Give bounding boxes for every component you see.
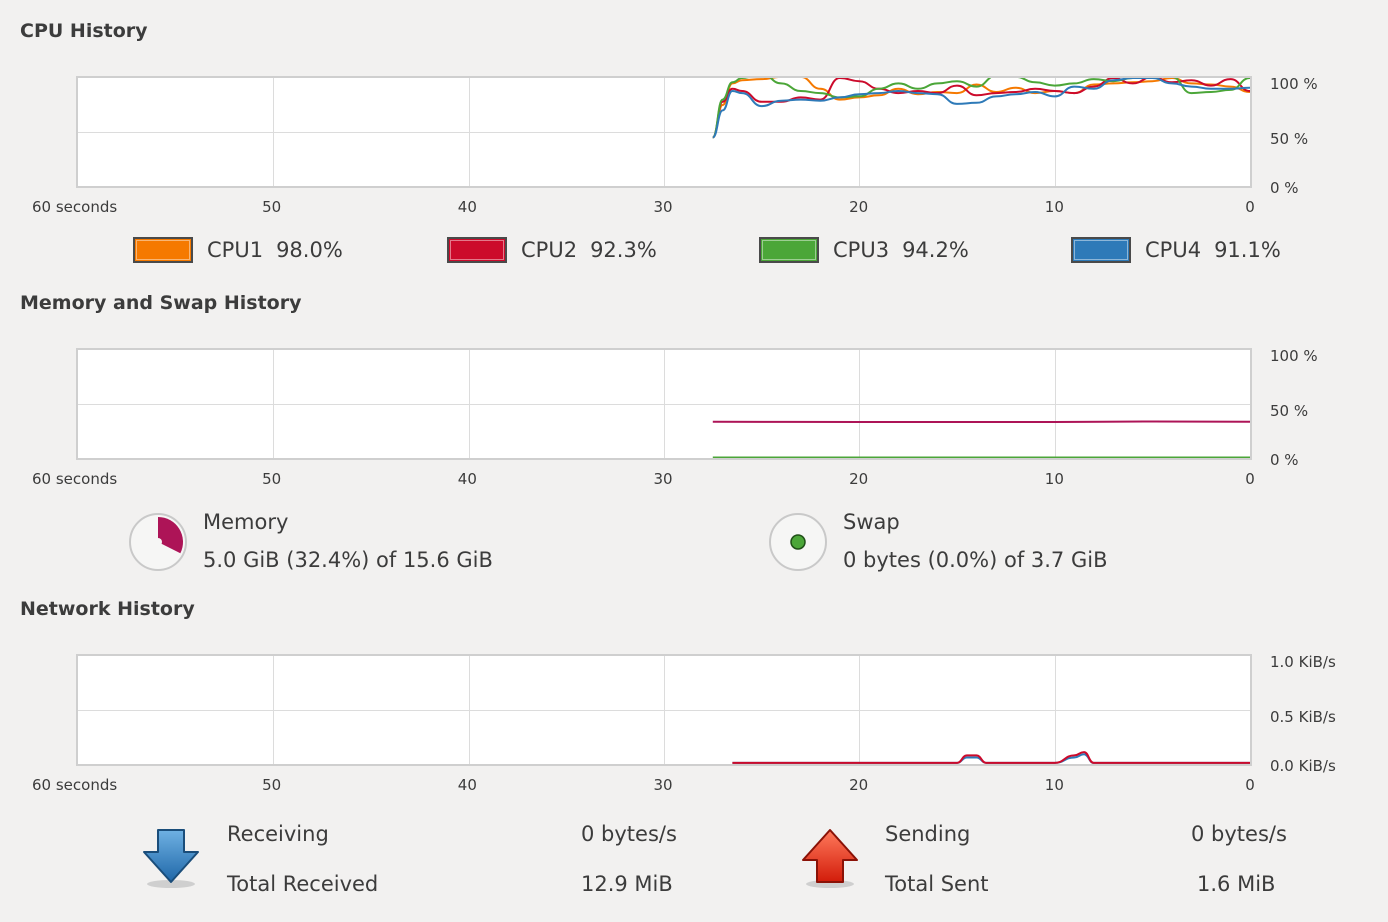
net-y-tick-label: 0.0 KiB/s xyxy=(1270,757,1336,775)
total-sent-value: 1.6 MiB xyxy=(1197,872,1276,896)
receiving-label: Receiving xyxy=(227,822,329,846)
cpu-x-tick-label: 40 xyxy=(457,198,477,216)
cpu-x-tick-label: 0 xyxy=(1245,198,1255,216)
sending-arrow-icon xyxy=(799,826,861,890)
cpu-series-cpu1 xyxy=(711,78,1250,139)
sending-value: 0 bytes/s xyxy=(1191,822,1287,846)
net-x-tick-label: 50 xyxy=(262,776,282,794)
cpu-plot-area xyxy=(711,78,1250,139)
mem-series-memory xyxy=(712,420,1250,423)
cpu2-value: 92.3% xyxy=(590,238,657,262)
net-y-tick-label: 0.5 KiB/s xyxy=(1270,708,1336,726)
cpu2-color-swatch[interactable] xyxy=(447,237,507,263)
system-monitor-resources: CPU History 60 seconds 50 40 30 20 10 0 100 % 5… xyxy=(0,0,1388,922)
cpu-x-tick-label: 20 xyxy=(849,198,869,216)
mem-x-tick-label: 0 xyxy=(1245,470,1255,488)
net-plot-area xyxy=(732,751,1250,764)
mem-x-tick-label: 40 xyxy=(457,470,477,488)
memory-value: 5.0 GiB (32.4%) of 15.6 GiB xyxy=(203,548,493,572)
memory-pie-icon[interactable] xyxy=(129,513,187,571)
net-x-tick-label: 40 xyxy=(457,776,477,794)
net-x-tick-label: 30 xyxy=(653,776,673,794)
net-series-receiving xyxy=(732,753,1250,764)
cpu3-name: CPU3 xyxy=(833,238,890,262)
cpu-series-cpu3 xyxy=(711,78,1250,139)
swap-pie-icon[interactable] xyxy=(769,513,827,571)
cpu3-value: 94.2% xyxy=(902,238,969,262)
cpu-x-tick-label: 30 xyxy=(653,198,673,216)
net-y-tick-label: 1.0 KiB/s xyxy=(1270,653,1336,671)
cpu-x-tick-label: 10 xyxy=(1044,198,1064,216)
mem-x-tick-label: 50 xyxy=(262,470,282,488)
net-x-tick-label: 10 xyxy=(1044,776,1064,794)
cpu-y-tick-label: 50 % xyxy=(1270,130,1309,148)
mem-y-tick-label: 0 % xyxy=(1270,451,1299,469)
receiving-arrow-icon xyxy=(140,826,202,890)
total-received-value: 12.9 MiB xyxy=(581,872,673,896)
cpu-y-tick-label: 0 % xyxy=(1270,179,1299,197)
network-history-graph xyxy=(76,654,1252,766)
mem-plot-area xyxy=(712,420,1250,458)
legend-cpu1[interactable]: CPU1 98.0% xyxy=(133,237,343,263)
cpu1-name: CPU1 xyxy=(207,238,264,262)
net-series-sending xyxy=(732,751,1250,764)
network-history-title: Network History xyxy=(20,598,195,620)
net-x-tick-label: 60 seconds xyxy=(32,776,118,794)
cpu2-name: CPU2 xyxy=(521,238,578,262)
cpu-series-cpu2 xyxy=(711,78,1250,139)
mem-x-tick-label: 60 seconds xyxy=(32,470,118,488)
cpu4-name: CPU4 xyxy=(1145,238,1202,262)
cpu-series-cpu4 xyxy=(712,78,1250,139)
receiving-value: 0 bytes/s xyxy=(581,822,677,846)
cpu-y-tick-label: 100 % xyxy=(1270,75,1318,93)
cpu1-color-swatch[interactable] xyxy=(133,237,193,263)
memory-label: Memory xyxy=(203,510,289,534)
cpu-x-tick-label: 60 seconds xyxy=(32,198,118,216)
memory-history-title: Memory and Swap History xyxy=(20,292,302,314)
swap-value: 0 bytes (0.0%) of 3.7 GiB xyxy=(843,548,1108,572)
legend-cpu2[interactable]: CPU2 92.3% xyxy=(447,237,657,263)
mem-x-tick-label: 20 xyxy=(849,470,869,488)
total-received-label: Total Received xyxy=(227,872,379,896)
cpu1-value: 98.0% xyxy=(276,238,343,262)
cpu-history-graph xyxy=(76,76,1252,188)
total-sent-label: Total Sent xyxy=(885,872,989,896)
mem-x-tick-label: 10 xyxy=(1044,470,1064,488)
cpu4-color-swatch[interactable] xyxy=(1071,237,1131,263)
legend-cpu4[interactable]: CPU4 91.1% xyxy=(1071,237,1281,263)
net-x-tick-label: 0 xyxy=(1245,776,1255,794)
mem-x-tick-label: 30 xyxy=(653,470,673,488)
cpu4-value: 91.1% xyxy=(1214,238,1281,262)
legend-cpu3[interactable]: CPU3 94.2% xyxy=(759,237,969,263)
swap-label: Swap xyxy=(843,510,900,534)
cpu-x-tick-label: 50 xyxy=(262,198,282,216)
swap-pie-dot xyxy=(790,534,806,550)
cpu3-color-swatch[interactable] xyxy=(759,237,819,263)
cpu-history-title: CPU History xyxy=(20,20,148,42)
memory-pie-slice xyxy=(158,517,184,554)
net-x-tick-label: 20 xyxy=(849,776,869,794)
sending-label: Sending xyxy=(885,822,971,846)
mem-y-tick-label: 100 % xyxy=(1270,347,1318,365)
mem-y-tick-label: 50 % xyxy=(1270,402,1309,420)
memory-history-graph xyxy=(76,348,1252,460)
